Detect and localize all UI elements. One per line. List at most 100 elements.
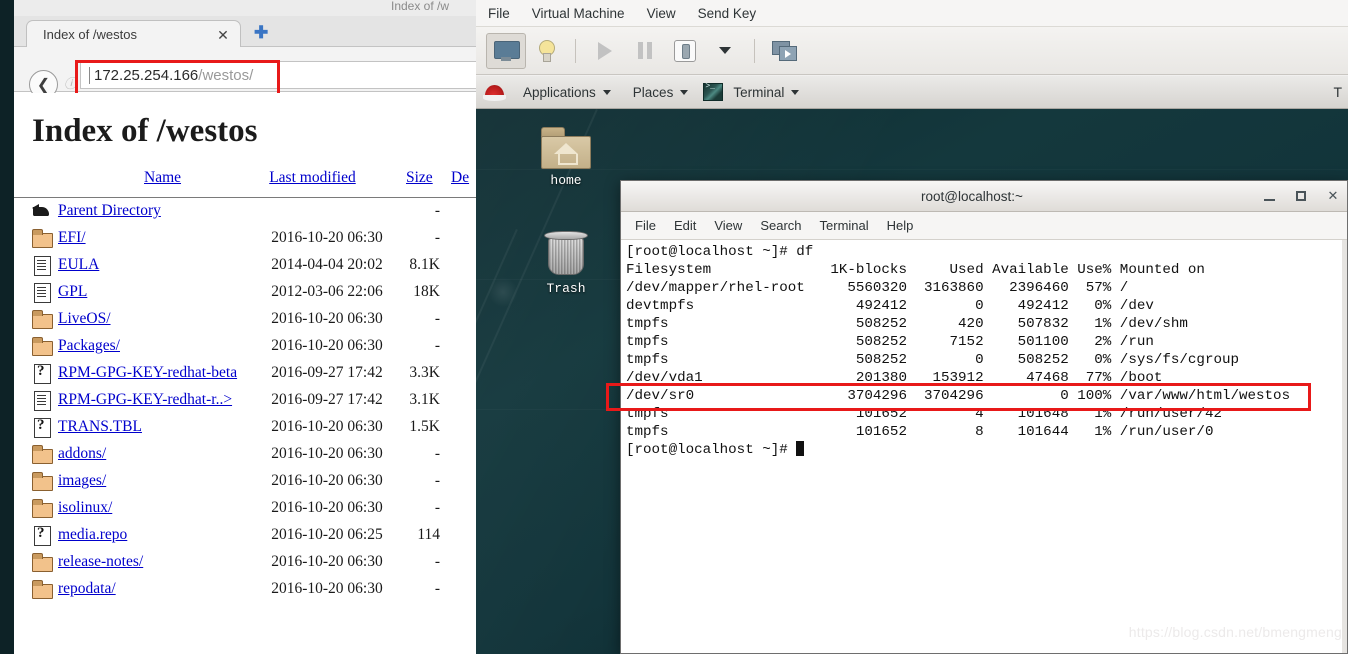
file-link[interactable]: LiveOS/ (58, 310, 111, 327)
row-name-cell[interactable]: TRANS.TBL (58, 414, 259, 441)
details-view-button[interactable] (526, 33, 566, 69)
row-name-cell[interactable]: images/ (58, 468, 259, 495)
row-icon-cell (14, 360, 58, 387)
info-icon[interactable]: ⓘ (64, 73, 77, 92)
tab-close-icon[interactable]: ✕ (212, 28, 234, 42)
file-link[interactable]: TRANS.TBL (58, 418, 142, 435)
page-title: Index of /westos (32, 113, 258, 149)
shutdown-menu-button[interactable] (705, 33, 745, 69)
row-name-cell[interactable]: EFI/ (58, 225, 259, 252)
file-link[interactable]: images/ (58, 472, 106, 489)
unknown-icon (32, 416, 52, 438)
table-row[interactable]: release-notes/2016-10-20 06:30 - (14, 549, 476, 576)
table-row[interactable]: repodata/2016-10-20 06:30 - (14, 576, 476, 603)
row-name-cell[interactable]: repodata/ (58, 576, 259, 603)
vm-menu-view[interactable]: View (647, 6, 676, 21)
row-name-cell[interactable]: RPM-GPG-KEY-redhat-beta (58, 360, 259, 387)
shutdown-button[interactable] (665, 33, 705, 69)
file-link[interactable]: EULA (58, 256, 99, 273)
run-button[interactable] (585, 33, 625, 69)
file-link[interactable]: media.repo (58, 526, 127, 543)
pause-button[interactable] (625, 33, 665, 69)
file-link[interactable]: GPL (58, 283, 87, 300)
power-icon (674, 39, 696, 62)
panel-clock[interactable]: T (1333, 84, 1348, 100)
table-row[interactable]: LiveOS/2016-10-20 06:30 - (14, 306, 476, 333)
row-name-cell[interactable]: LiveOS/ (58, 306, 259, 333)
menu-places[interactable]: Places (622, 76, 700, 109)
table-row[interactable]: Parent Directory - (14, 197, 476, 225)
address-bar-text[interactable]: 172.25.254.166/westos/ (94, 67, 253, 84)
desktop-icon-trash[interactable]: Trash (517, 231, 615, 296)
column-header-description[interactable]: De (446, 169, 476, 191)
table-row[interactable]: TRANS.TBL 2016-10-20 06:30 1.5K (14, 414, 476, 441)
row-name-cell[interactable]: addons/ (58, 441, 259, 468)
row-name-cell[interactable]: media.repo (58, 522, 259, 549)
taskbar-item-terminal[interactable]: Terminal (699, 76, 810, 109)
row-name-cell[interactable]: isolinux/ (58, 495, 259, 522)
table-row[interactable]: GPL 2012-03-06 22:06 18K (14, 279, 476, 306)
row-icon-cell (14, 576, 58, 603)
unknown-icon (32, 362, 52, 384)
terminal-menu-edit[interactable]: Edit (674, 218, 696, 233)
column-header-last-modified[interactable]: Last modified (259, 169, 398, 191)
file-link[interactable]: EFI/ (58, 229, 86, 246)
play-icon (598, 41, 612, 60)
row-name-cell[interactable]: Parent Directory (58, 197, 259, 225)
file-link[interactable]: RPM-GPG-KEY-redhat-beta (58, 364, 237, 381)
file-link[interactable]: repodata/ (58, 580, 116, 597)
menu-applications[interactable]: Applications (512, 76, 622, 109)
table-row[interactable]: images/2016-10-20 06:30 - (14, 468, 476, 495)
minimize-button[interactable] (1253, 181, 1285, 212)
toolbar-separator-2 (754, 38, 755, 63)
file-link[interactable]: release-notes/ (58, 553, 143, 570)
close-button[interactable]: ✕ (1317, 181, 1347, 212)
maximize-button[interactable] (1285, 181, 1317, 212)
column-header-size[interactable]: Size (398, 169, 446, 191)
terminal-scrollbar[interactable] (1342, 240, 1347, 653)
file-link[interactable]: Packages/ (58, 337, 120, 354)
terminal-line: /dev/vda1 201380 153912 47468 77% /boot (626, 370, 1163, 386)
terminal-titlebar[interactable]: root@localhost:~ ✕ (621, 181, 1347, 212)
table-row[interactable]: addons/2016-10-20 06:30 - (14, 441, 476, 468)
row-name-cell[interactable]: RPM-GPG-KEY-redhat-r..> (58, 387, 259, 414)
folder-icon (32, 551, 53, 573)
desktop-icon-home[interactable]: home (517, 127, 615, 188)
row-name-cell[interactable]: EULA (58, 252, 259, 279)
table-row[interactable]: media.repo 2016-10-20 06:25 114 (14, 522, 476, 549)
table-row[interactable]: RPM-GPG-KEY-redhat-beta 2016-09-27 17:42 3… (14, 360, 476, 387)
row-size-cell: - (434, 337, 440, 354)
table-row[interactable]: RPM-GPG-KEY-redhat-r..> 2016-09-27 17:42 3… (14, 387, 476, 414)
terminal-menu-file[interactable]: File (635, 218, 656, 233)
fullscreen-button[interactable] (764, 33, 804, 69)
row-name-cell[interactable]: Packages/ (58, 333, 259, 360)
row-name-cell[interactable]: release-notes/ (58, 549, 259, 576)
table-row[interactable]: Packages/2016-10-20 06:30 - (14, 333, 476, 360)
vm-menu-virtual-machine[interactable]: Virtual Machine (532, 6, 625, 21)
row-desc-cell (446, 468, 476, 495)
terminal-menu-view[interactable]: View (714, 218, 742, 233)
column-header-name[interactable]: Name (14, 169, 259, 191)
terminal-menu-search[interactable]: Search (760, 218, 801, 233)
home-folder-icon (541, 127, 591, 169)
file-link[interactable]: addons/ (58, 445, 106, 462)
vm-menu-file[interactable]: File (488, 6, 510, 21)
file-link[interactable]: Parent Directory (58, 202, 161, 219)
file-link[interactable]: isolinux/ (58, 499, 112, 516)
browser-tab[interactable]: Index of /westos ✕ (26, 20, 241, 48)
row-modified-cell (259, 197, 398, 225)
vm-menu-send-key[interactable]: Send Key (698, 6, 757, 21)
console-view-button[interactable] (486, 32, 526, 69)
table-row[interactable]: EFI/2016-10-20 06:30 - (14, 225, 476, 252)
file-link[interactable]: RPM-GPG-KEY-redhat-r..> (58, 391, 232, 408)
terminal-menu-terminal[interactable]: Terminal (820, 218, 869, 233)
row-name-cell[interactable]: GPL (58, 279, 259, 306)
new-tab-icon[interactable]: ✚ (254, 24, 268, 41)
terminal-menu-help[interactable]: Help (887, 218, 914, 233)
row-size-cell: 1.5K (409, 418, 440, 435)
terminal-output[interactable]: [root@localhost ~]# df Filesystem 1K-bloc… (621, 240, 1347, 653)
table-row[interactable]: EULA 2014-04-04 20:02 8.1K (14, 252, 476, 279)
table-row[interactable]: isolinux/2016-10-20 06:30 - (14, 495, 476, 522)
doc-icon (32, 254, 52, 276)
row-size-cell: 18K (413, 283, 440, 300)
